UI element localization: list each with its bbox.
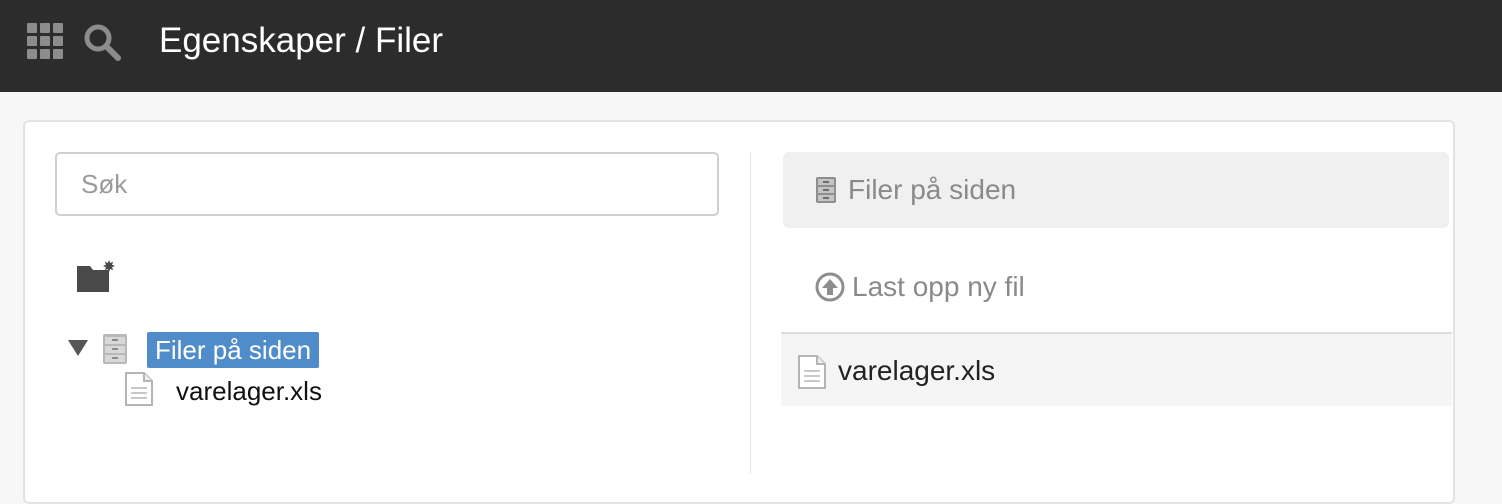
file-cabinet-icon (816, 177, 836, 203)
page-title: Egenskaper / Filer (159, 21, 444, 60)
files-section-header: Filer på siden (783, 152, 1449, 228)
upload-file-label: Last opp ny fil (852, 271, 1025, 302)
tree-collapse-icon[interactable] (68, 340, 88, 356)
tree-item-file[interactable]: varelager.xls (176, 375, 322, 407)
file-list-row[interactable]: varelager.xls (781, 334, 1452, 406)
tree-node-files-on-page[interactable]: Filer på siden (147, 332, 320, 368)
files-section-title: Filer på siden (848, 174, 1017, 205)
search-input[interactable] (55, 152, 719, 216)
panel-divider (750, 152, 751, 474)
search-icon[interactable] (82, 22, 122, 62)
file-name: varelager.xls (838, 355, 996, 386)
document-icon (798, 355, 826, 389)
new-folder-icon[interactable] (76, 258, 116, 294)
apps-grid-icon[interactable] (27, 23, 63, 59)
top-bar: Egenskaper / Filer (0, 0, 1502, 92)
document-icon (125, 372, 153, 406)
upload-icon (815, 272, 845, 302)
file-cabinet-icon (103, 334, 127, 364)
